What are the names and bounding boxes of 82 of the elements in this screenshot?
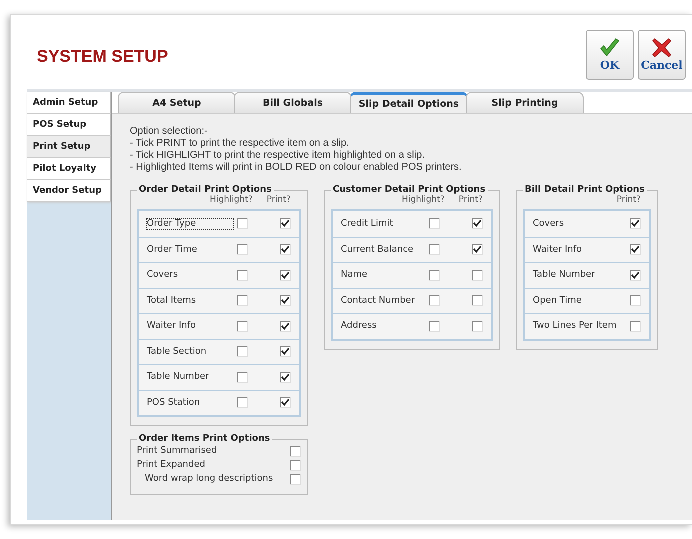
checkbox[interactable]	[237, 295, 248, 306]
page-title: SYSTEM SETUP	[37, 46, 168, 67]
checkbox[interactable]	[280, 372, 291, 383]
instruction-text: - Tick PRINT to print the respective item on a slip.	[130, 138, 350, 150]
checkbox[interactable]	[290, 460, 301, 470]
tab[interactable]: Slip Detail Options	[350, 92, 468, 113]
checkbox[interactable]	[280, 397, 291, 408]
checkbox[interactable]	[429, 320, 440, 332]
option-label: Order Time	[147, 244, 198, 255]
group-title: Order Detail Print Options	[138, 185, 273, 195]
checkbox[interactable]	[630, 295, 641, 306]
instruction-text: Option selection:-	[130, 126, 209, 138]
checkbox[interactable]	[472, 244, 483, 256]
close-icon	[652, 38, 672, 58]
side-tab[interactable]: Vendor Setup	[27, 180, 111, 202]
checkbox[interactable]	[280, 270, 291, 281]
checkbox[interactable]	[280, 218, 291, 230]
option-label: Table Number	[147, 372, 210, 382]
group-title: Order Items Print Options	[138, 434, 272, 444]
option-label: Current Balance	[341, 244, 415, 255]
checkbox[interactable]	[237, 270, 248, 281]
option-label: Print Expanded	[137, 460, 206, 470]
checkbox[interactable]	[280, 320, 291, 332]
ok-button[interactable]: OK	[586, 30, 634, 80]
option-label: Order Type	[147, 218, 233, 229]
checkbox[interactable]	[429, 218, 440, 230]
option-label: Two Lines Per Item	[533, 321, 618, 332]
checkmark-icon	[599, 38, 621, 58]
checkbox[interactable]	[280, 244, 291, 256]
checkbox[interactable]	[237, 346, 248, 358]
checkbox[interactable]	[472, 270, 483, 281]
option-label: Credit Limit	[341, 218, 394, 229]
option-label: POS Station	[147, 398, 202, 408]
checkbox[interactable]	[237, 320, 248, 332]
option-label: Covers	[533, 218, 566, 229]
cancel-button[interactable]: Cancel	[638, 30, 686, 80]
instruction-text: - Highlighted Items will print in BOLD RED on colour enabled POS printers.	[130, 162, 463, 174]
checkbox[interactable]	[280, 346, 291, 358]
option-label: Name	[341, 270, 369, 280]
side-tab[interactable]: Print Setup	[27, 136, 111, 158]
checkbox[interactable]	[237, 244, 248, 256]
checkbox[interactable]	[290, 474, 301, 484]
checkbox[interactable]	[290, 446, 301, 456]
checkbox[interactable]	[630, 320, 641, 332]
column-header: Print?	[266, 195, 291, 205]
group-title: Bill Detail Print Options	[524, 185, 646, 195]
option-label: Open Time	[533, 296, 583, 306]
option-label: Address	[341, 321, 378, 332]
checkbox[interactable]	[429, 270, 440, 281]
column-header: Highlight?	[210, 195, 253, 205]
group-title: Customer Detail Print Options	[332, 185, 487, 195]
option-label: Table Section	[147, 346, 208, 357]
column-header: Print?	[616, 195, 641, 205]
checkbox[interactable]	[237, 397, 248, 408]
checkbox[interactable]	[237, 218, 248, 230]
tab[interactable]: Slip Printing	[466, 92, 584, 113]
tab[interactable]: Bill Globals	[234, 92, 352, 113]
option-label: Total Items	[147, 296, 198, 306]
checkbox[interactable]	[472, 295, 483, 306]
column-header: Highlight?	[402, 195, 445, 205]
instruction-text: - Tick HIGHLIGHT to print the respective item highlighted on a slip.	[130, 150, 426, 162]
checkbox[interactable]	[630, 270, 641, 281]
column-header: Print?	[458, 195, 483, 205]
side-tab[interactable]: POS Setup	[27, 114, 111, 136]
option-label: Waiter Info	[533, 244, 583, 255]
option-label: Contact Number	[341, 296, 416, 306]
checkbox[interactable]	[280, 295, 291, 306]
checkbox[interactable]	[630, 244, 641, 256]
tab[interactable]: A4 Setup	[118, 92, 236, 113]
option-label: Table Number	[533, 270, 596, 280]
checkbox[interactable]	[429, 244, 440, 256]
checkbox[interactable]	[237, 372, 248, 383]
checkbox[interactable]	[472, 320, 483, 332]
checkbox[interactable]	[472, 218, 483, 230]
option-label: Print Summarised	[137, 446, 218, 456]
side-tab[interactable]: Pilot Loyalty	[27, 158, 111, 180]
option-label: Covers	[147, 270, 180, 280]
checkbox[interactable]	[429, 295, 440, 306]
checkbox[interactable]	[630, 218, 641, 230]
option-label: Word wrap long descriptions	[144, 474, 274, 484]
side-tab[interactable]: Admin Setup	[27, 92, 111, 114]
option-label: Waiter Info	[147, 321, 197, 332]
